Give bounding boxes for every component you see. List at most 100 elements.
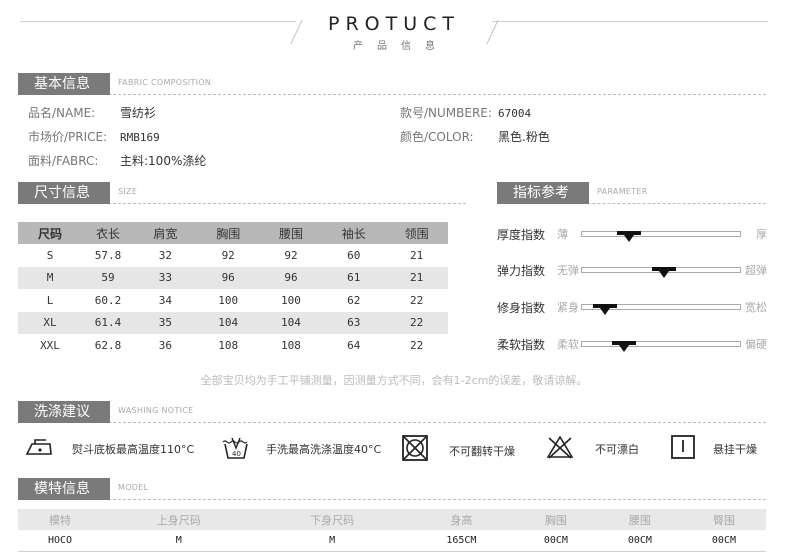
table-row: S 57.8 32 92 92 60 21 [18, 244, 448, 267]
table-cell: 34 [134, 289, 197, 312]
indicator-high-label: 偏硬 [745, 338, 767, 351]
indicator-low-label: 无弹 [557, 264, 579, 277]
indicator-name: 柔软指数 [497, 338, 546, 352]
table-cell: 64 [322, 334, 386, 357]
table-cell: 108 [259, 334, 323, 357]
size-table: 尺码 衣长 肩宽 胸围 腰围 袖长 领围 S 57.8 32 92 92 60 … [18, 222, 448, 357]
table-cell: 00CM [681, 530, 766, 552]
table-cell: 00CM [597, 530, 682, 552]
no-bleach-icon [546, 435, 574, 459]
indicator-fit: 修身指数 紧身 宽松 [497, 296, 767, 316]
wash-item-no-bleach: 不可漂白 [544, 434, 654, 464]
table-header-row: 模特 上身尺码 下身尺码 身高 胸围 腰围 臀围 [18, 509, 766, 530]
section-basic-info: 基本信息 FABRIC COMPOSITION [18, 73, 766, 95]
table-cell: M [255, 530, 409, 552]
section-size-info: 尺寸信息 SIZE [18, 182, 466, 204]
table-cell: 00CM [513, 530, 598, 552]
indicator-thickness: 厚度指数 薄 厚 [497, 223, 767, 243]
indicator-arrow [619, 345, 630, 352]
indicator-name: 弹力指数 [497, 264, 546, 278]
table-cell: 100 [196, 289, 260, 312]
indicator-name: 厚度指数 [497, 228, 546, 242]
indicator-low-label: 柔软 [557, 338, 579, 351]
page-subtitle: 产品信息 [353, 41, 449, 52]
field-value: 雪纺衫 [120, 106, 157, 120]
measurement-note: 全部宝贝均为手工平铺测量，因测量方式不同，会有1-2cm的误差，敬请谅解。 [200, 374, 588, 387]
table-row: XXL 62.8 36 108 108 64 22 [18, 334, 448, 357]
no-tumble-dry-icon [402, 435, 428, 461]
column-header: 肩宽 [134, 222, 197, 244]
indicator-high-label: 宽松 [745, 301, 767, 314]
page-title: PROTUCT [328, 13, 460, 35]
section-title: 尺寸信息 [18, 182, 110, 204]
svg-text:40: 40 [232, 450, 241, 458]
wash-text: 手洗最高洗涤温度40°C [266, 443, 382, 456]
table-cell: 92 [259, 244, 323, 267]
section-title: 指标参考 [497, 182, 589, 204]
table-cell: M [18, 266, 82, 289]
table-cell: 22 [385, 311, 448, 334]
indicator-softness: 柔软指数 柔软 偏硬 [497, 333, 767, 353]
section-subtitle: FABRIC COMPOSITION [118, 78, 212, 87]
field-value: RMB169 [120, 131, 160, 144]
column-header: 臀围 [681, 509, 766, 530]
wash-text: 不可漂白 [595, 443, 639, 456]
table-cell: 104 [196, 311, 260, 334]
indicator-name: 修身指数 [497, 301, 546, 315]
table-cell: L [18, 289, 82, 312]
section-subtitle: WASHING NOTICE [118, 406, 194, 415]
indicator-low-label: 薄 [557, 228, 568, 241]
table-cell: 60.2 [82, 289, 134, 312]
wash-item-hang-dry: 悬挂干燥 [670, 434, 770, 464]
indicator-track [581, 341, 741, 347]
field-label: 颜色/COLOR: [400, 130, 474, 144]
field-label: 品名/NAME: [28, 106, 96, 120]
column-header: 下身尺码 [255, 509, 409, 530]
section-model: 模特信息 MODEL [18, 478, 766, 500]
table-cell: 100 [259, 289, 323, 312]
section-washing: 洗涤建议 WASHING NOTICE [18, 401, 766, 423]
field-label: 款号/NUMBERE: [400, 106, 492, 120]
table-cell: 96 [259, 266, 323, 289]
field-fabric: 面料/FABRC: 主料:100%涤纶 [28, 152, 206, 169]
wash-item-hand-wash: 40 手洗最高洗涤温度40°C [220, 434, 400, 464]
field-value: 主料:100%涤纶 [120, 154, 207, 168]
model-table: 模特 上身尺码 下身尺码 身高 胸围 腰围 臀围 HOCO M M 165CM … [18, 509, 766, 552]
section-subtitle: PARAMETER [597, 187, 648, 196]
column-header: 袖长 [322, 222, 386, 244]
table-cell: 57.8 [82, 244, 134, 267]
field-value: 67004 [498, 107, 532, 120]
table-cell: 62.8 [82, 334, 134, 357]
table-cell: 32 [134, 244, 197, 267]
field-label: 面料/FABRC: [28, 154, 99, 168]
wash-text: 悬挂干燥 [713, 443, 757, 456]
field-number: 款号/NUMBERE: 67004 [400, 104, 531, 121]
field-label: 市场价/PRICE: [28, 130, 108, 144]
column-header: 胸围 [513, 509, 598, 530]
table-cell: 60 [322, 244, 386, 267]
indicator-high-label: 厚 [756, 228, 767, 241]
table-cell: 21 [385, 244, 448, 267]
table-cell: 59 [82, 266, 134, 289]
column-header: 胸围 [196, 222, 260, 244]
field-price: 市场价/PRICE: RMB169 [28, 128, 160, 145]
indicator-elasticity: 弹力指数 无弹 超弹 [497, 259, 767, 279]
column-header: 尺码 [18, 222, 82, 244]
section-title: 模特信息 [18, 478, 110, 500]
indicator-track [581, 231, 741, 237]
section-title: 洗涤建议 [18, 401, 110, 423]
hand-wash-icon: 40 [222, 437, 248, 459]
table-cell: XL [18, 311, 82, 334]
column-header: 腰围 [259, 222, 323, 244]
indicator-arrow [659, 271, 670, 278]
table-cell: HOCO [18, 530, 103, 552]
table-cell: 96 [196, 266, 260, 289]
table-cell: 22 [385, 334, 448, 357]
table-cell: 61.4 [82, 311, 134, 334]
indicator-high-label: 超弹 [745, 264, 767, 277]
hang-dry-icon [671, 435, 695, 459]
field-value: 黑色.粉色 [498, 130, 550, 144]
column-header: 腰围 [597, 509, 682, 530]
table-cell: M [102, 530, 256, 552]
table-row: L 60.2 34 100 100 62 22 [18, 289, 448, 312]
